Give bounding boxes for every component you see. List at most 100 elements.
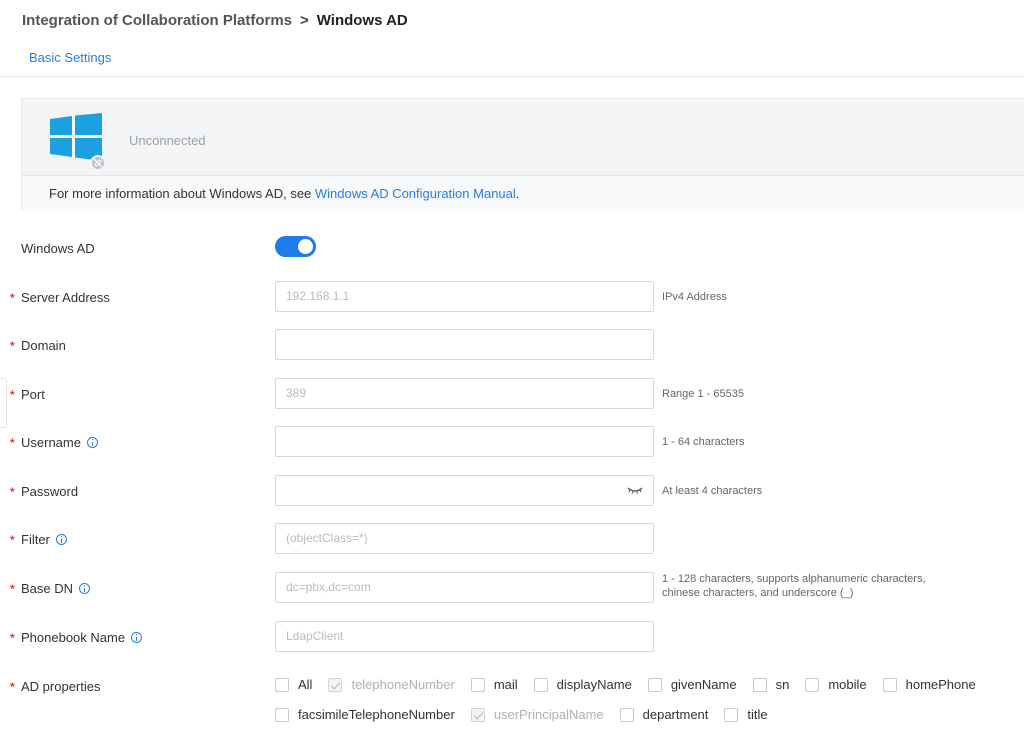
- info-circle-icon[interactable]: [86, 437, 98, 448]
- connection-status: Unconnected: [129, 133, 206, 148]
- info-circle-icon[interactable]: [131, 632, 143, 643]
- info-text: For more information about Windows AD, s…: [49, 186, 315, 201]
- port-hint: Range 1 - 65535: [662, 388, 744, 400]
- required-marker: *: [10, 388, 15, 402]
- eye-closed-icon[interactable]: [627, 485, 643, 495]
- info-suffix: .: [515, 186, 520, 201]
- ad-properties-label: AD properties: [21, 679, 101, 694]
- tab-bar: Basic Settings: [0, 46, 1024, 77]
- checkbox-label: title: [747, 707, 768, 722]
- base-dn-hint: 1 - 128 characters, supports alphanumeri…: [662, 572, 926, 600]
- checkbox-label: department: [642, 707, 709, 722]
- status-card: Unconnected For more information about W…: [21, 98, 1024, 211]
- checkbox-box[interactable]: [724, 707, 739, 722]
- disconnected-link-icon: [90, 155, 106, 171]
- base-dn-label-wrap: Base DN: [21, 581, 91, 596]
- username-label: Username: [21, 435, 81, 450]
- required-marker: *: [10, 339, 15, 353]
- port-input[interactable]: 389: [275, 378, 654, 409]
- domain-row: * Domain: [0, 329, 1024, 363]
- checkbox-mobile[interactable]: mobile: [805, 677, 867, 692]
- password-hint: At least 4 characters: [662, 485, 763, 497]
- manual-link[interactable]: Windows AD Configuration Manual: [315, 186, 516, 201]
- checkbox-label: telephoneNumber: [351, 677, 455, 692]
- ad-properties-row1: All telephoneNumber mail displayName giv…: [275, 677, 992, 692]
- breadcrumb: Integration of Collaboration Platforms >…: [22, 12, 408, 29]
- filter-label: Filter: [21, 532, 50, 547]
- checkbox-box[interactable]: [275, 707, 289, 722]
- sidebar-collapse-handle[interactable]: [0, 378, 7, 428]
- checkbox-all[interactable]: All: [275, 677, 312, 692]
- checkbox-mail[interactable]: mail: [470, 677, 518, 692]
- windows-ad-row: Windows AD: [0, 232, 1024, 266]
- checkbox-box[interactable]: [533, 677, 548, 692]
- base-dn-input[interactable]: dc=pbx,dc=com: [275, 572, 654, 603]
- windows-ad-label: Windows AD: [21, 241, 95, 256]
- password-row: * Password At least 4 characters: [0, 475, 1024, 509]
- phonebook-name-input[interactable]: LdapClient: [275, 621, 654, 652]
- domain-input[interactable]: [275, 329, 654, 360]
- checkbox-label: displayName: [556, 677, 632, 692]
- checkbox-box[interactable]: [470, 677, 485, 692]
- base-dn-label: Base DN: [21, 581, 74, 596]
- checkbox-givenName[interactable]: givenName: [647, 677, 737, 692]
- required-marker: *: [10, 485, 15, 499]
- checkbox-box[interactable]: [882, 677, 897, 692]
- password-input[interactable]: [275, 475, 654, 506]
- required-marker: *: [10, 436, 15, 450]
- breadcrumb-parent[interactable]: Integration of Collaboration Platforms: [22, 12, 292, 29]
- checkbox-title[interactable]: title: [724, 707, 768, 722]
- required-marker: *: [10, 631, 15, 645]
- required-marker: *: [10, 582, 15, 596]
- required-marker: *: [10, 291, 15, 305]
- phonebook-name-row: * Phonebook Name LdapClient: [0, 621, 1024, 655]
- checkbox-label: mobile: [828, 677, 867, 692]
- base-dn-hint-line2: chinese characters, and underscore (_): [662, 587, 854, 599]
- toggle-knob: [298, 239, 313, 254]
- checkbox-box[interactable]: [619, 707, 634, 722]
- checkbox-box[interactable]: [647, 677, 662, 692]
- filter-input[interactable]: (objectClass=*): [275, 523, 654, 554]
- server-address-label: Server Address: [21, 290, 110, 305]
- username-input[interactable]: [275, 426, 654, 457]
- ad-properties-row: * AD properties All telephoneNumber mail…: [0, 670, 1024, 730]
- base-dn-row: * Base DN dc=pbx,dc=com 1 - 128 characte…: [0, 572, 1024, 606]
- checkbox-userPrincipalName: userPrincipalName: [470, 707, 604, 722]
- checkbox-displayName[interactable]: displayName: [533, 677, 632, 692]
- port-label: Port: [21, 387, 45, 402]
- username-hint: 1 - 64 characters: [662, 436, 745, 448]
- username-label-wrap: Username: [21, 435, 98, 450]
- info-circle-icon[interactable]: [55, 534, 67, 545]
- phonebook-name-label: Phonebook Name: [21, 630, 126, 645]
- port-row: * Port 389 Range 1 - 65535: [0, 378, 1024, 412]
- server-address-hint: IPv4 Address: [662, 291, 727, 303]
- ad-properties-row2: facsimileTelephoneNumber userPrincipalNa…: [275, 707, 784, 722]
- windows-ad-toggle[interactable]: [275, 236, 316, 257]
- checkbox-sn[interactable]: sn: [752, 677, 790, 692]
- checkbox-department[interactable]: department: [619, 707, 709, 722]
- checkbox-box[interactable]: [805, 677, 820, 692]
- checkbox-label: userPrincipalName: [493, 707, 604, 722]
- checkbox-facsimileTelephoneNumber[interactable]: facsimileTelephoneNumber: [275, 707, 455, 722]
- breadcrumb-current: Windows AD: [316, 12, 408, 29]
- checkbox-label: facsimileTelephoneNumber: [298, 707, 455, 722]
- tab-basic-settings[interactable]: Basic Settings: [29, 50, 111, 65]
- checkbox-box: [328, 677, 343, 692]
- checkbox-label: All: [298, 677, 313, 692]
- filter-row: * Filter (objectClass=*): [0, 523, 1024, 557]
- checkbox-box[interactable]: [752, 677, 767, 692]
- checkbox-box[interactable]: [275, 677, 289, 692]
- windows-logo-icon: [50, 113, 102, 161]
- checkbox-box: [470, 707, 485, 722]
- server-address-row: * Server Address 192.168.1.1 IPv4 Addres…: [0, 281, 1024, 315]
- info-circle-icon[interactable]: [79, 583, 91, 594]
- domain-label: Domain: [21, 338, 66, 353]
- password-label: Password: [21, 484, 79, 499]
- info-line: For more information about Windows AD, s…: [22, 175, 1024, 211]
- server-address-input[interactable]: 192.168.1.1: [275, 281, 654, 312]
- base-dn-hint-line1: 1 - 128 characters, supports alphanumeri…: [662, 573, 926, 585]
- checkbox-telephoneNumber: telephoneNumber: [328, 677, 455, 692]
- filter-label-wrap: Filter: [21, 532, 67, 547]
- checkbox-homePhone[interactable]: homePhone: [882, 677, 976, 692]
- checkbox-label: sn: [775, 677, 790, 692]
